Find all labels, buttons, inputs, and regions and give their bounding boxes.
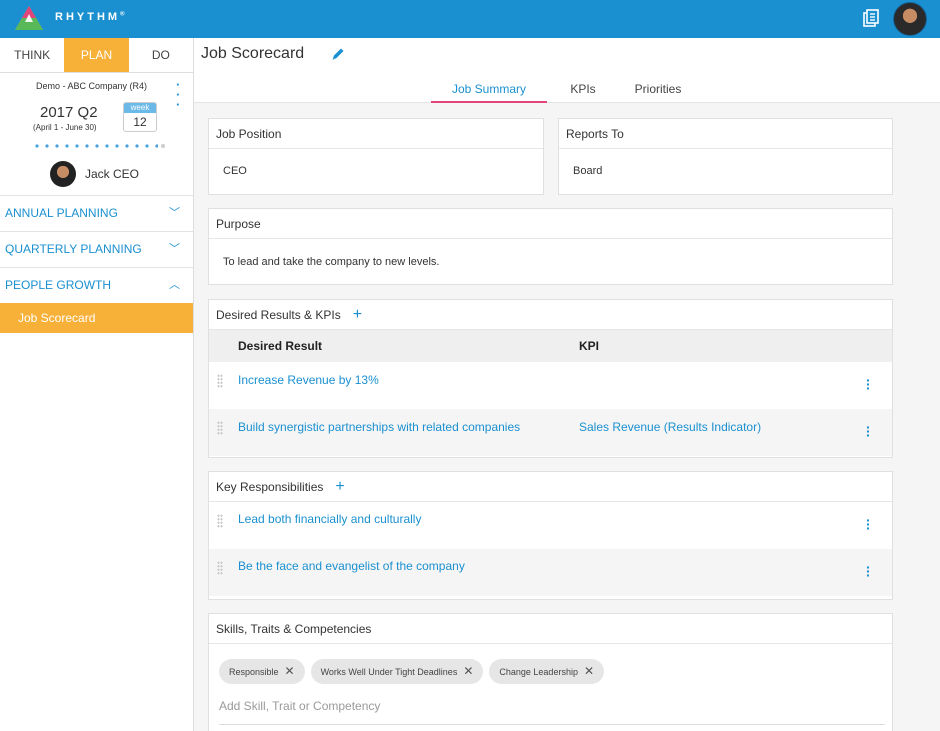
job-position-card: Job Position CEO [208,118,544,195]
close-icon[interactable]: ✕ [584,664,594,678]
sidebar-item-quarterly-planning[interactable]: QUARTERLY PLANNING ﹀ [0,231,193,267]
reports-to-card: Reports To Board [558,118,893,195]
quarter-progress [32,144,168,148]
add-result-button[interactable]: + [353,306,362,323]
tab-plan[interactable]: PLAN [64,38,129,72]
add-responsibility-button[interactable]: + [335,478,344,495]
sidebar-item-people-growth[interactable]: PEOPLE GROWTH ︿ [0,267,193,303]
tab-priorities[interactable]: Priorities [617,82,699,102]
pencil-icon[interactable] [331,47,345,61]
sidebar-item-label: PEOPLE GROWTH [5,278,112,292]
responsibility-text[interactable]: Be the face and evangelist of the compan… [238,559,465,573]
list-item[interactable]: Be the face and evangelist of the compan… [209,549,892,596]
sidebar-nav: ANNUAL PLANNING ﹀ QUARTERLY PLANNING ﹀ P… [0,195,193,333]
drag-handle-icon[interactable] [217,514,223,528]
user-avatar[interactable] [893,2,927,36]
more-options-icon[interactable]: · · · [866,373,871,395]
quarter-label: 2017 Q2 [40,104,98,121]
skill-chip[interactable]: Works Well Under Tight Deadlines ✕ [310,659,484,684]
reports-to-label: Reports To [559,119,892,149]
week-label: week [124,103,156,113]
add-skill-input[interactable]: Add Skill, Trait or Competency [219,699,380,713]
week-number: 12 [133,115,147,129]
table-row[interactable]: Increase Revenue by 13% · · · [209,362,892,409]
more-options-icon[interactable]: · · · [866,420,871,442]
purpose-value[interactable]: To lead and take the company to new leve… [209,239,892,285]
skill-chip-label: Change Leadership [499,667,578,677]
sidebar-item-label: QUARTERLY PLANNING [5,242,142,256]
tab-job-summary[interactable]: Job Summary [431,82,547,103]
tab-think[interactable]: THINK [0,38,64,72]
responsibility-text[interactable]: Lead both financially and culturally [238,512,421,526]
skill-chip[interactable]: Change Leadership ✕ [489,659,605,684]
brand-name: RHYTHM® [55,11,125,23]
list-item[interactable]: Lead both financially and culturally · · · [209,502,892,549]
col-desired-result: Desired Result [238,339,323,353]
sidebar-item-job-scorecard[interactable]: Job Scorecard [0,303,193,333]
purpose-card: Purpose To lead and take the company to … [208,208,893,285]
desired-results-label: Desired Results & KPIs [216,308,341,322]
skill-chip-label: Responsible [229,667,279,677]
purpose-label: Purpose [209,209,892,239]
sidebar: THINK PLAN DO Demo - ABC Company (R4) · ·… [0,38,194,731]
tab-do[interactable]: DO [129,38,193,72]
skill-chip-label: Works Well Under Tight Deadlines [320,667,458,677]
col-kpi: KPI [579,339,600,353]
divider [219,724,885,725]
page-title: Job Scorecard [201,45,305,62]
drag-handle-icon[interactable] [217,374,223,388]
sidebar-item-annual-planning[interactable]: ANNUAL PLANNING ﹀ [0,195,193,231]
tab-kpis[interactable]: KPIs [549,82,617,102]
company-name: Demo - ABC Company (R4) [36,81,148,91]
avatar [50,161,76,187]
more-options-icon[interactable]: · · · [866,513,871,535]
skill-chip[interactable]: Responsible ✕ [219,659,305,684]
key-responsibilities-card: Key Responsibilities + Lead both financia… [208,471,893,600]
drag-handle-icon[interactable] [217,561,223,575]
sidebar-item-label: ANNUAL PLANNING [5,206,118,220]
close-icon[interactable]: ✕ [285,664,295,678]
key-responsibilities-header: Key Responsibilities + [209,472,892,502]
desired-results-card: Desired Results & KPIs + Desired Result K… [208,299,893,458]
results-table-header: Desired Result KPI [209,330,892,362]
page-tabs: Job Summary KPIs Priorities [431,82,699,103]
user-selector[interactable]: Jack CEO [50,161,139,187]
skills-card: Skills, Traits & Competencies Responsibl… [208,613,893,731]
key-responsibilities-label: Key Responsibilities [216,480,324,494]
table-row[interactable]: Build synergistic partnerships with rela… [209,409,892,456]
company-menu-icon[interactable]: · · · [176,78,180,111]
chevron-down-icon: ﹀ [169,207,180,219]
job-position-value[interactable]: CEO [209,149,543,193]
desired-result-text[interactable]: Increase Revenue by 13% [238,373,379,387]
page-header: Job Scorecard Job Summary KPIs Prioritie… [194,38,940,103]
user-name: Jack CEO [85,167,140,181]
job-position-label: Job Position [209,119,543,149]
main-content: Job Scorecard Job Summary KPIs Prioritie… [194,38,940,731]
chevron-down-icon: ﹀ [169,243,180,255]
top-bar: RHYTHM® [0,0,940,38]
reports-to-value[interactable]: Board [559,149,892,193]
rhythm-logo-icon[interactable] [14,5,44,31]
close-icon[interactable]: ✕ [463,664,473,678]
skills-label: Skills, Traits & Competencies [209,614,892,644]
skill-chips: Responsible ✕ Works Well Under Tight Dead… [219,659,610,684]
mode-tabs: THINK PLAN DO [0,38,193,73]
quarter-range: (April 1 - June 30) [33,123,97,132]
chevron-up-icon: ︿ [169,279,180,291]
more-options-icon[interactable]: · · · [866,560,871,582]
week-badge: week 12 [123,102,157,132]
desired-result-text[interactable]: Build synergistic partnerships with rela… [238,420,520,434]
drag-handle-icon[interactable] [217,421,223,435]
desired-results-header: Desired Results & KPIs + [209,300,892,330]
documents-icon[interactable] [862,9,880,27]
kpi-text[interactable]: Sales Revenue (Results Indicator) [579,420,761,434]
